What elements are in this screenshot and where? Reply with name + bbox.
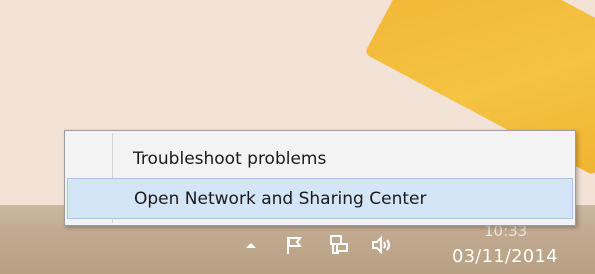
- show-hidden-icons-icon[interactable]: [240, 230, 262, 260]
- network-context-menu: Troubleshoot problems Open Network and S…: [64, 130, 576, 226]
- action-center-flag-icon[interactable]: [282, 230, 306, 260]
- clock-date[interactable]: 03/11/2014: [452, 246, 558, 267]
- menu-item-open-network-and-sharing-center[interactable]: Open Network and Sharing Center: [67, 178, 573, 219]
- menu-item-label: Open Network and Sharing Center: [134, 188, 427, 209]
- network-icon[interactable]: [326, 230, 352, 260]
- menu-item-troubleshoot-problems[interactable]: Troubleshoot problems: [67, 138, 573, 179]
- menu-item-label: Troubleshoot problems: [133, 148, 327, 169]
- volume-icon[interactable]: [368, 230, 396, 260]
